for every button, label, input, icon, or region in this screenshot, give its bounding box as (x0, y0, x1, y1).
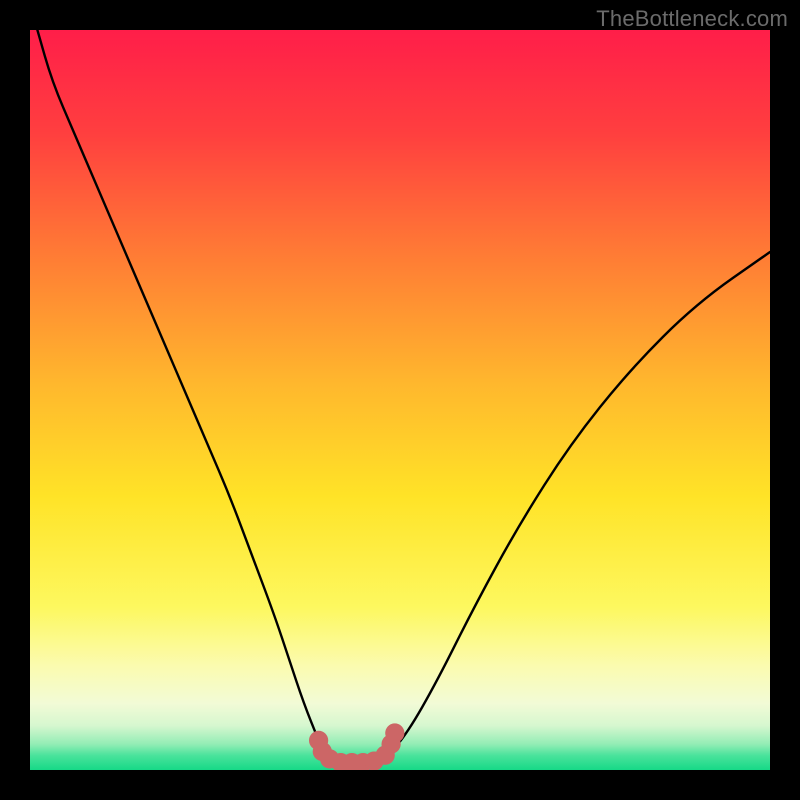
watermark-text: TheBottleneck.com (596, 6, 788, 32)
bottom-marker-cluster (30, 30, 770, 770)
plot-area (30, 30, 770, 770)
marker-dot (385, 723, 404, 742)
stage: TheBottleneck.com (0, 0, 800, 800)
